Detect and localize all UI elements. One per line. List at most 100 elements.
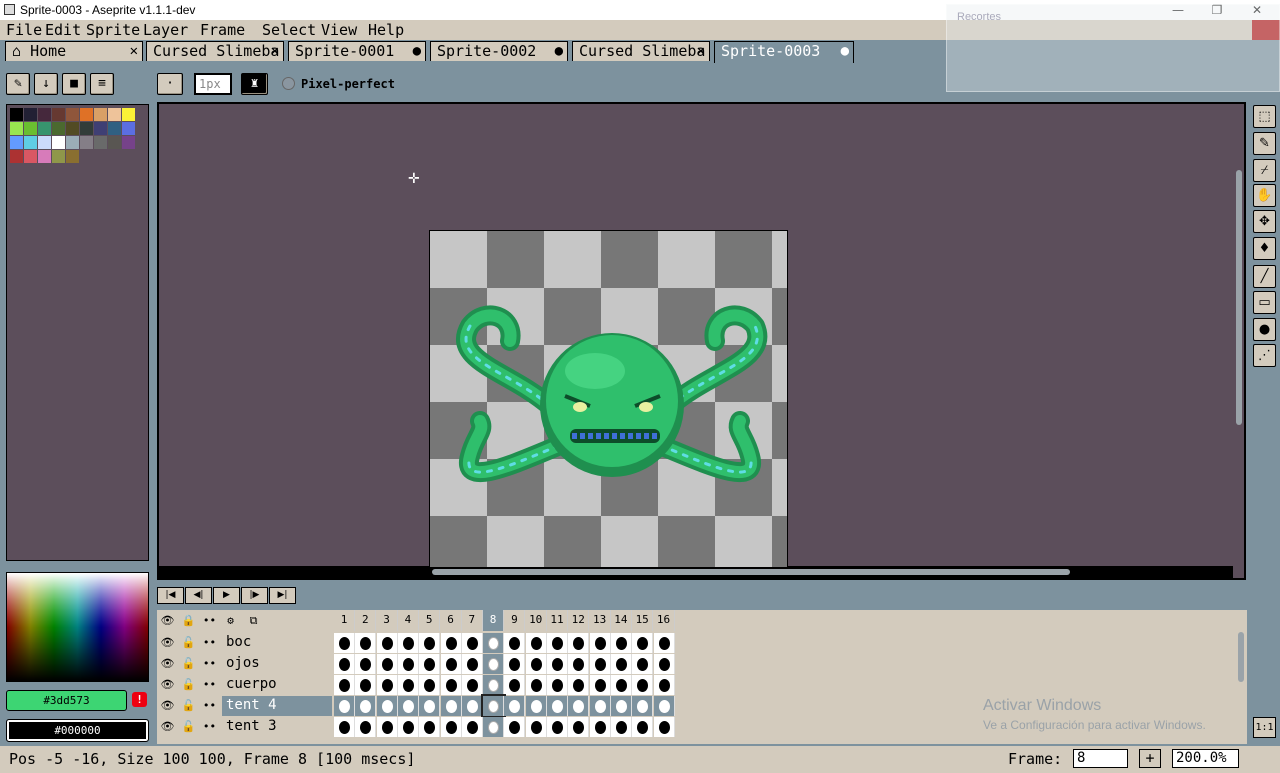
cel[interactable]: [632, 654, 654, 674]
cel[interactable]: [632, 633, 654, 653]
palette-swatch[interactable]: [94, 108, 107, 121]
timeline-scrollbar[interactable]: [1238, 632, 1244, 682]
cel[interactable]: [525, 717, 547, 737]
rectangle-tool-button[interactable]: ▭: [1253, 291, 1276, 314]
sort-palette-button[interactable]: ↓: [34, 73, 58, 95]
tab-sprite-0001[interactable]: Sprite-0001 ●: [288, 41, 426, 61]
menu-sprite[interactable]: Sprite: [86, 21, 140, 39]
layer-name[interactable]: boc: [222, 633, 332, 653]
layer-name[interactable]: tent 4: [222, 696, 332, 716]
cel[interactable]: [483, 717, 505, 737]
cel[interactable]: [419, 696, 441, 716]
palette-swatch[interactable]: [38, 108, 51, 121]
cel[interactable]: [547, 717, 568, 737]
cel[interactable]: [610, 675, 632, 695]
cel[interactable]: [653, 696, 675, 716]
cel[interactable]: [376, 696, 398, 716]
frame-header-16[interactable]: 16: [653, 610, 675, 631]
menu-view[interactable]: View: [321, 21, 357, 39]
palette-swatch[interactable]: [66, 150, 79, 163]
first-frame-button[interactable]: |◀: [157, 587, 184, 604]
cel[interactable]: [419, 717, 441, 737]
continuous-icon[interactable]: ••: [199, 654, 220, 674]
tab-close-icon[interactable]: ✕: [130, 42, 138, 61]
lock-header-icon[interactable]: 🔒: [178, 611, 199, 631]
eye-icon[interactable]: 👁: [157, 717, 178, 737]
modified-dot-icon[interactable]: ●: [555, 42, 563, 61]
modified-dot-icon[interactable]: ●: [413, 42, 421, 61]
zoom-input[interactable]: 200.0%: [1172, 749, 1239, 768]
palette-swatch[interactable]: [80, 108, 93, 121]
palette-swatch[interactable]: [108, 108, 121, 121]
frame-header-7[interactable]: 7: [461, 610, 483, 631]
cel[interactable]: [483, 654, 505, 674]
blur-tool-button[interactable]: ⋰: [1253, 344, 1276, 367]
cel[interactable]: [397, 717, 419, 737]
cel[interactable]: [568, 675, 590, 695]
cel[interactable]: [653, 633, 675, 653]
cel[interactable]: [610, 696, 632, 716]
frame-header-1[interactable]: 1: [334, 610, 355, 631]
frame-header-6[interactable]: 6: [440, 610, 462, 631]
cel[interactable]: [525, 654, 547, 674]
cel[interactable]: [525, 696, 547, 716]
cel[interactable]: [610, 717, 632, 737]
tab-sprite-0002[interactable]: Sprite-0002 ●: [430, 41, 568, 61]
frame-header-12[interactable]: 12: [568, 610, 590, 631]
cel[interactable]: [589, 633, 611, 653]
ink-button[interactable]: ♜: [241, 73, 268, 95]
cel[interactable]: [461, 654, 483, 674]
cel[interactable]: [568, 717, 590, 737]
cel[interactable]: [653, 675, 675, 695]
frame-header-8[interactable]: 8: [483, 610, 505, 631]
cel[interactable]: [419, 654, 441, 674]
menu-edit[interactable]: Edit: [45, 21, 81, 39]
lock-icon[interactable]: 🔓: [178, 696, 199, 716]
lock-icon[interactable]: 🔓: [178, 675, 199, 695]
palette-swatch[interactable]: [108, 122, 121, 135]
cel[interactable]: [440, 696, 462, 716]
frame-header-3[interactable]: 3: [376, 610, 398, 631]
last-frame-button[interactable]: ▶|: [269, 587, 296, 604]
palette-swatch[interactable]: [66, 136, 79, 149]
menu-frame[interactable]: Frame: [200, 21, 245, 39]
palette-swatch[interactable]: [24, 122, 37, 135]
cel[interactable]: [461, 633, 483, 653]
palette-swatch[interactable]: [66, 122, 79, 135]
brush-type-button[interactable]: ·: [157, 73, 183, 95]
palette-swatch[interactable]: [80, 122, 93, 135]
palette-swatch[interactable]: [122, 122, 135, 135]
new-frame-button[interactable]: +: [1139, 749, 1161, 768]
cel[interactable]: [355, 675, 377, 695]
palette-options-button[interactable]: ≡: [90, 73, 114, 95]
edit-palette-button[interactable]: ✎: [6, 73, 30, 95]
move-tool-button[interactable]: ✥: [1253, 210, 1276, 233]
cel[interactable]: [376, 717, 398, 737]
cel[interactable]: [632, 675, 654, 695]
menu-file[interactable]: File: [6, 21, 42, 39]
frame-header-11[interactable]: 11: [547, 610, 568, 631]
frame-header-2[interactable]: 2: [355, 610, 377, 631]
cel[interactable]: [440, 675, 462, 695]
play-button[interactable]: ▶: [213, 587, 240, 604]
foreground-color-button[interactable]: #3dd573: [6, 690, 127, 711]
cel[interactable]: [589, 717, 611, 737]
cel[interactable]: [397, 696, 419, 716]
gear-icon[interactable]: ⚙: [220, 611, 241, 631]
palette-swatch[interactable]: [122, 108, 135, 121]
cel[interactable]: [525, 633, 547, 653]
frame-header-10[interactable]: 10: [525, 610, 547, 631]
next-frame-button[interactable]: |▶: [241, 587, 268, 604]
frame-header-13[interactable]: 13: [589, 610, 611, 631]
cel[interactable]: [334, 675, 355, 695]
cel[interactable]: [589, 696, 611, 716]
lock-icon[interactable]: 🔓: [178, 717, 199, 737]
tab-close-icon[interactable]: ✕: [697, 42, 705, 61]
cel[interactable]: [653, 717, 675, 737]
sprite-canvas[interactable]: [429, 230, 788, 568]
palette-swatch[interactable]: [24, 150, 37, 163]
cel[interactable]: [397, 654, 419, 674]
modified-dot-icon[interactable]: ●: [841, 42, 849, 61]
line-tool-button[interactable]: ╱: [1253, 265, 1276, 288]
cel[interactable]: [504, 675, 526, 695]
